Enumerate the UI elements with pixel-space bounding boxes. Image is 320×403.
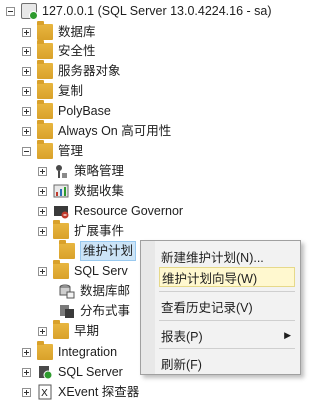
tree-label: 策略管理 xyxy=(74,164,125,178)
tree-label: Always On 高可用性 xyxy=(58,124,172,138)
tree-node-maintenance-plans[interactable]: 维护计划 xyxy=(53,240,137,262)
folder-icon xyxy=(37,40,53,59)
tree-node-policy-management[interactable]: 策略管理 xyxy=(38,160,124,182)
sql-agent-icon xyxy=(37,364,53,380)
tree-node-legacy[interactable]: 早期 xyxy=(38,320,99,342)
tree-node-sql-server-agent[interactable]: SQL Server xyxy=(22,361,123,383)
menu-separator xyxy=(159,291,295,292)
collapse-icon[interactable] xyxy=(6,6,15,16)
tree-label: 分布式事 xyxy=(80,304,131,318)
folder-icon xyxy=(37,140,53,159)
menu-separator xyxy=(159,348,295,349)
menu-item-reports-label: 报表(P) xyxy=(161,329,203,344)
collapse-icon[interactable] xyxy=(22,146,31,156)
expand-icon[interactable] xyxy=(38,326,47,336)
expand-icon[interactable] xyxy=(38,206,47,216)
folder-icon xyxy=(37,341,53,360)
expand-icon[interactable] xyxy=(22,27,31,37)
expand-icon[interactable] xyxy=(38,186,47,196)
menu-separator xyxy=(159,320,295,321)
menu-item-maintenance-plan-wizard[interactable]: 维护计划向导(W) xyxy=(159,267,295,287)
expand-icon[interactable] xyxy=(22,66,31,76)
folder-icon xyxy=(37,80,53,99)
tree-node-resource-governor[interactable]: Resource Governor xyxy=(38,200,183,222)
context-menu-gutter xyxy=(141,241,155,374)
tree-label: 服务器对象 xyxy=(58,64,121,78)
menu-item-refresh[interactable]: 刷新(F) xyxy=(159,353,295,373)
tree-node-management[interactable]: 管理 xyxy=(22,140,83,162)
tree-node-data-collection[interactable]: 数据收集 xyxy=(38,180,124,202)
context-menu: 新建维护计划(N)... 维护计划向导(W) 查看历史记录(V) 报表(P) ▶… xyxy=(140,240,301,375)
tree-label: 管理 xyxy=(58,144,84,158)
tree-label: 早期 xyxy=(74,324,100,338)
expand-icon[interactable] xyxy=(22,347,31,357)
expand-icon[interactable] xyxy=(22,126,31,136)
data-collection-icon xyxy=(53,183,69,199)
expand-icon[interactable] xyxy=(22,106,31,116)
tree-node-polybase[interactable]: PolyBase xyxy=(22,100,111,122)
tree-node-replication[interactable]: 复制 xyxy=(22,80,83,102)
tree-node-security[interactable]: 安全性 xyxy=(22,40,96,62)
folder-icon xyxy=(37,21,53,40)
tree-label: 数据库邮 xyxy=(80,284,131,298)
tree-label: Integration xyxy=(58,345,118,359)
tree-label: 安全性 xyxy=(58,44,96,58)
tree-node-extended-events[interactable]: 扩展事件 xyxy=(38,220,124,242)
expand-icon[interactable] xyxy=(22,387,31,397)
distributed-transaction-icon xyxy=(59,303,75,319)
tree-label-selected: 维护计划 xyxy=(80,241,137,261)
tree-node-xevent-profiler[interactable]: X XEvent 探查器 xyxy=(22,381,139,403)
xevent-profiler-icon: X xyxy=(37,384,53,400)
folder-icon xyxy=(53,320,69,339)
tree-label: SQL Serv xyxy=(74,264,128,278)
submenu-arrow-icon: ▶ xyxy=(284,329,291,340)
menu-item-view-history[interactable]: 查看历史记录(V) xyxy=(159,296,295,316)
expand-icon[interactable] xyxy=(38,226,47,236)
svg-text:X: X xyxy=(41,388,48,399)
expand-icon[interactable] xyxy=(38,266,47,276)
folder-icon xyxy=(53,260,69,279)
database-mail-icon xyxy=(59,283,75,299)
resource-governor-icon xyxy=(53,203,69,219)
tree-node-always-on[interactable]: Always On 高可用性 xyxy=(22,120,171,142)
server-icon xyxy=(21,3,38,20)
tree-node-distributed-transaction[interactable]: 分布式事 xyxy=(53,300,130,322)
expand-icon[interactable] xyxy=(22,367,31,377)
folder-icon xyxy=(37,60,53,79)
folder-icon xyxy=(53,220,69,239)
policy-icon xyxy=(53,163,69,179)
tree-label: Resource Governor xyxy=(74,204,184,218)
tree-node-integration-services[interactable]: Integration xyxy=(22,341,117,363)
tree-label: XEvent 探查器 xyxy=(58,385,140,399)
tree-label: PolyBase xyxy=(58,104,111,118)
server-label: 127.0.0.1 (SQL Server 13.0.4224.16 - sa) xyxy=(42,4,272,18)
expand-icon[interactable] xyxy=(38,166,47,176)
folder-icon xyxy=(37,100,53,119)
tree-label: 扩展事件 xyxy=(74,224,125,238)
tree-node-server[interactable]: 127.0.0.1 (SQL Server 13.0.4224.16 - sa) xyxy=(6,0,272,22)
expand-icon[interactable] xyxy=(22,46,31,56)
tree-node-database-mail[interactable]: 数据库邮 xyxy=(53,280,130,302)
tree-node-server-objects[interactable]: 服务器对象 xyxy=(22,60,121,82)
expand-icon[interactable] xyxy=(22,86,31,96)
tree-label: 数据收集 xyxy=(74,184,125,198)
menu-item-reports[interactable]: 报表(P) ▶ xyxy=(159,325,295,345)
folder-icon xyxy=(37,120,53,139)
tree-label: SQL Server xyxy=(58,365,123,379)
tree-label: 复制 xyxy=(58,84,84,98)
menu-item-new-maintenance-plan[interactable]: 新建维护计划(N)... xyxy=(159,246,295,266)
tree-node-sql-server-agent-log[interactable]: SQL Serv xyxy=(38,260,128,282)
folder-icon xyxy=(59,240,75,259)
